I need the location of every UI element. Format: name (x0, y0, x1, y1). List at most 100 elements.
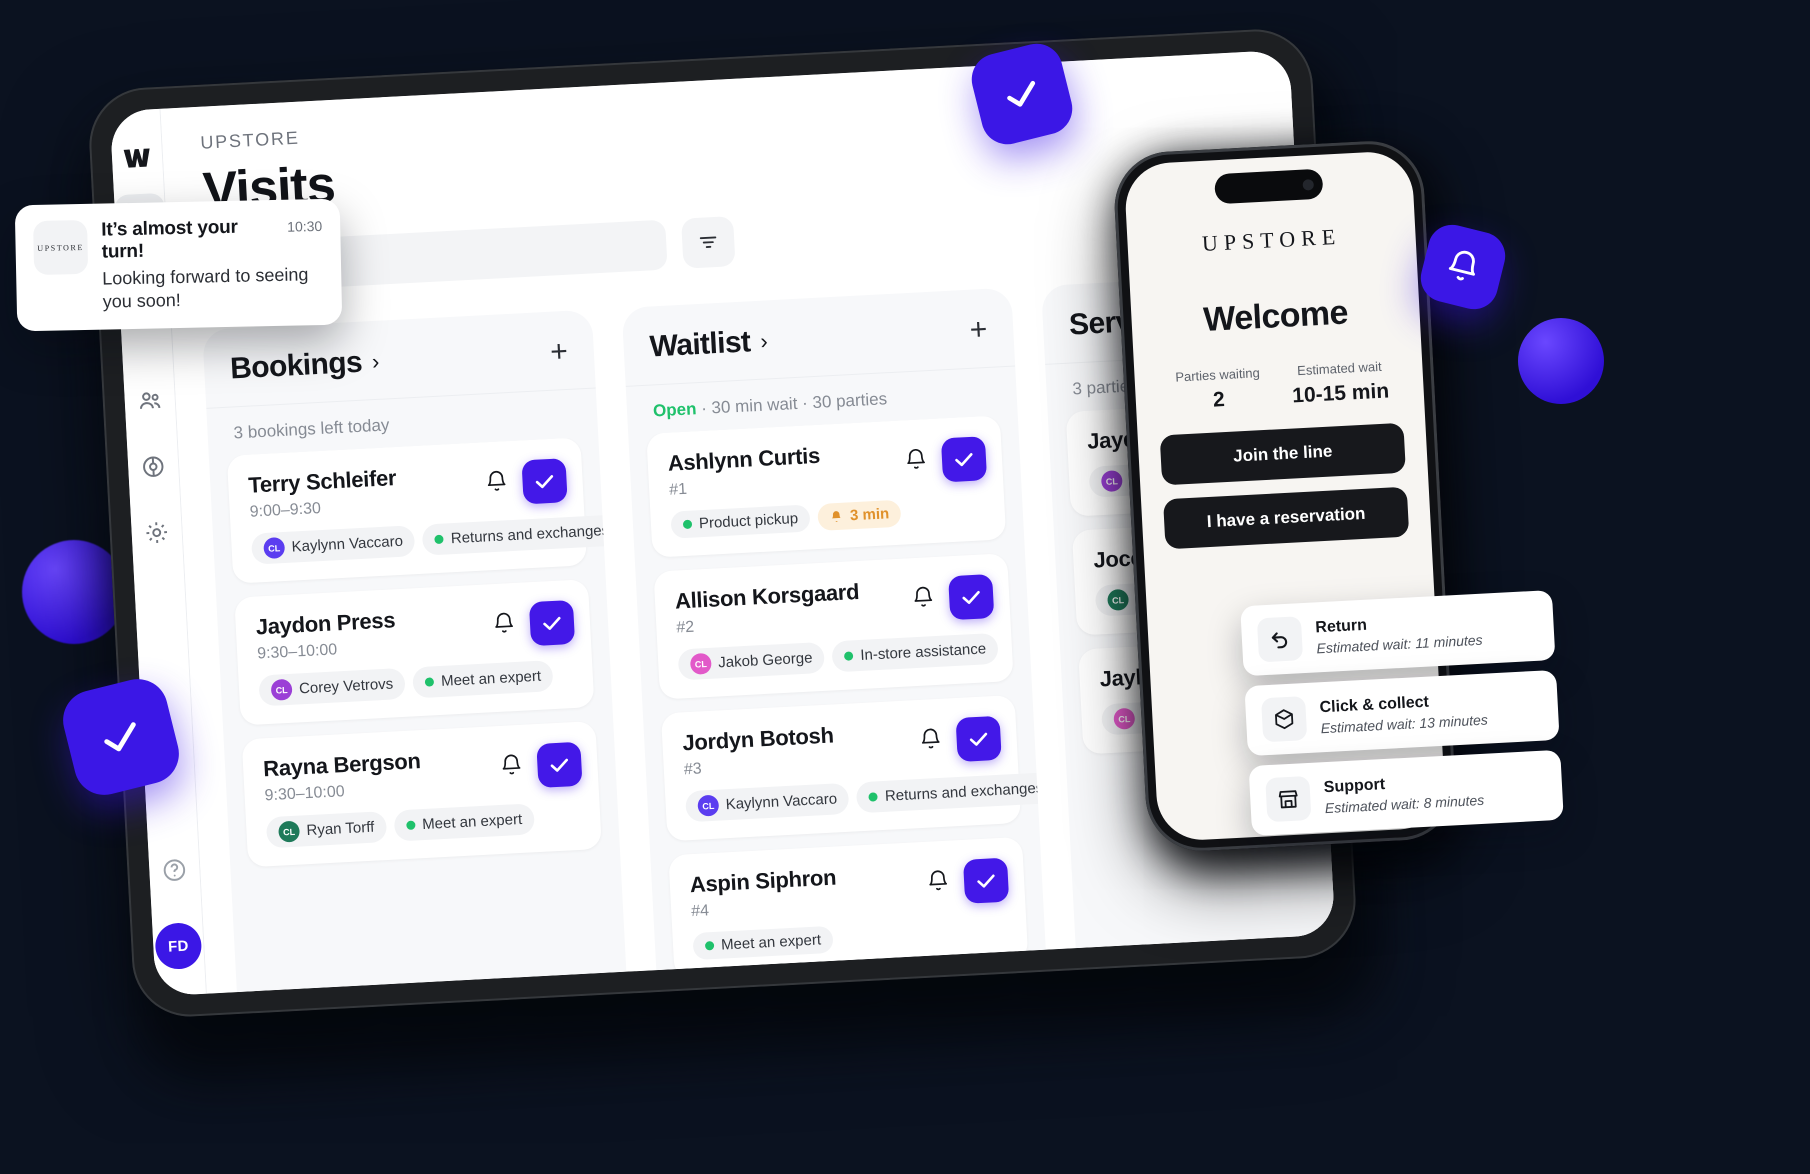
return-arrow-icon (1256, 616, 1304, 663)
screenshot-stage: FD UPSTORE Visits CV RT +9 (0, 0, 1810, 1174)
stat-value: 10-15 min (1291, 379, 1390, 408)
assignee-name: Jakob George (717, 649, 813, 672)
bell-icon (832, 511, 841, 522)
phone-stats: Parties waiting 2 Estimated wait 10-15 m… (1156, 358, 1402, 416)
visit-card[interactable]: Ashlynn Curtis #1 Product pickup 3 min (646, 415, 1007, 558)
wait-warning-label: 3 min (849, 505, 890, 525)
service-label: Product pickup (698, 510, 799, 533)
confirm-check-button[interactable] (962, 857, 1010, 904)
check-icon (104, 722, 136, 752)
notify-bell-icon[interactable] (491, 610, 516, 640)
assignee-name: Ryan Torff (306, 818, 375, 840)
service-tag: Meet an expert (692, 925, 834, 961)
notify-bell-icon[interactable] (925, 868, 950, 898)
column-bookings: Bookings › +3 bookings left today Terry Sch… (202, 309, 627, 993)
stat-label: Estimated wait (1296, 358, 1383, 379)
stat-parties-waiting: Parties waiting 2 (1156, 364, 1280, 415)
camera-icon (1302, 178, 1315, 191)
toast-body: Looking forward to seeing you soon! (102, 264, 309, 312)
service-tag: Meet an expert (412, 660, 554, 699)
notify-bell-icon[interactable] (484, 469, 509, 499)
bell-icon (1448, 250, 1475, 281)
service-label: Meet an expert (421, 810, 523, 834)
assignee-tag: CL Ryan Torff (265, 811, 388, 849)
confirm-check-button[interactable] (521, 458, 568, 505)
confirm-check-button[interactable] (940, 436, 988, 483)
notify-bell-icon[interactable] (499, 752, 524, 782)
decorative-blob-right (1518, 318, 1604, 404)
chevron-right-icon: › (759, 328, 768, 354)
sidebar-item-people[interactable] (124, 375, 177, 428)
notify-bell-icon[interactable] (903, 447, 928, 477)
assignee-initials: CL (689, 652, 712, 675)
visit-card[interactable]: Terry Schleifer 9:00–9:30 CL Kaylynn Vaccar… (226, 437, 621, 584)
phone-notch (1214, 168, 1324, 205)
service-label: Returns and exchanges (884, 779, 1044, 805)
confirm-check-button[interactable] (948, 573, 995, 621)
service-label: Returns and exchanges (450, 521, 610, 548)
sidebar-item-settings[interactable] (130, 506, 183, 559)
visit-card[interactable]: Jordyn Botosh #3 CL Kaylynn Vaccaro Returns … (660, 694, 1046, 842)
column-waitlist: Waitlist › + Open · 30 min wait · 30 partie… (621, 287, 1046, 971)
service-tag: Returns and exchanges (856, 771, 1046, 814)
notify-bell-icon[interactable] (918, 726, 943, 756)
toast-title: It’s almost your turn! (101, 216, 238, 263)
check-icon (1007, 80, 1036, 107)
waitlist-meta: · 30 min wait · 30 parties (695, 389, 888, 419)
filter-button[interactable] (681, 216, 736, 269)
service-options-list: Return Estimated wait: 11 minutes Click & … (1240, 589, 1564, 837)
waitlist-open-status: Open (652, 399, 697, 421)
join-the-line-button[interactable]: Join the line (1159, 422, 1406, 486)
status-dot (424, 677, 435, 687)
column-title-text: Waitlist (648, 325, 752, 364)
service-option-card[interactable]: Return Estimated wait: 11 minutes (1240, 589, 1556, 677)
chevron-right-icon: › (371, 348, 380, 375)
status-dot (868, 792, 879, 802)
column-title[interactable]: Bookings › (229, 345, 379, 387)
wait-warning-tag: 3 min (817, 499, 902, 531)
assignee-initials: CL (1107, 588, 1130, 611)
status-dot (844, 651, 854, 661)
assignee-initials: CL (697, 794, 720, 817)
toast-time: 10:30 (287, 217, 323, 235)
service-option-card[interactable]: Support Estimated wait: 8 minutes (1248, 749, 1564, 837)
i-have-a-reservation-button[interactable]: I have a reservation (1163, 486, 1410, 550)
sidebar-item-analytics[interactable] (127, 440, 180, 493)
assignee-name: Kaylynn Vaccaro (725, 790, 838, 814)
confirm-check-button[interactable] (536, 741, 583, 788)
column-title[interactable]: Waitlist › (649, 324, 768, 364)
assignee-initials: CL (1100, 470, 1123, 493)
add-bookings-button[interactable]: + (549, 335, 568, 369)
assignee-initials: CL (278, 820, 301, 843)
visit-card[interactable]: Allison Korsgaard #2 CL Jakob George In-stor… (653, 553, 1014, 700)
notification-toast[interactable]: UPSTORE It’s almost your turn! 10:30 Loo… (14, 198, 343, 332)
assignee-initials: CL (1113, 707, 1136, 730)
stat-value: 2 (1212, 388, 1226, 412)
service-label: In-store assistance (859, 640, 987, 664)
status-dot (704, 941, 715, 951)
visit-card[interactable]: Aspin Siphron #4 Meet an expert (668, 836, 1029, 971)
notify-bell-icon[interactable] (911, 584, 936, 614)
column-subtitle: 3 bookings left today (233, 415, 390, 443)
assignee-tag: CL Jakob George (677, 641, 826, 681)
box-icon (1261, 696, 1308, 743)
confirm-check-button[interactable] (528, 599, 576, 647)
confirm-check-button[interactable] (955, 715, 1002, 763)
visit-card[interactable]: Rayna Bergson 9:30–10:00 CL Ryan Torff Meet … (241, 720, 602, 868)
assignee-initials: CL (263, 536, 286, 560)
store-icon (1265, 775, 1312, 823)
stat-label: Parties waiting (1174, 365, 1261, 385)
status-dot (434, 534, 445, 545)
service-label: Meet an expert (720, 931, 822, 954)
add-waitlist-button[interactable]: + (969, 313, 988, 347)
sidebar-item-help[interactable] (148, 844, 201, 897)
user-avatar[interactable]: FD (154, 921, 203, 971)
service-option-card[interactable]: Click & collect Estimated wait: 13 minute… (1244, 669, 1560, 757)
service-tag: Meet an expert (393, 803, 535, 842)
service-tag: In-store assistance (831, 632, 999, 673)
phone-brand: UPSTORE (1201, 223, 1342, 256)
column-title-text: Bookings (229, 345, 363, 386)
assignee-name: Corey Vetrovs (298, 675, 394, 698)
visit-card[interactable]: Jaydon Press 9:30–10:00 CL Corey Vetrovs Mee… (234, 579, 595, 726)
assignee-name: Kaylynn Vaccaro (291, 532, 404, 556)
